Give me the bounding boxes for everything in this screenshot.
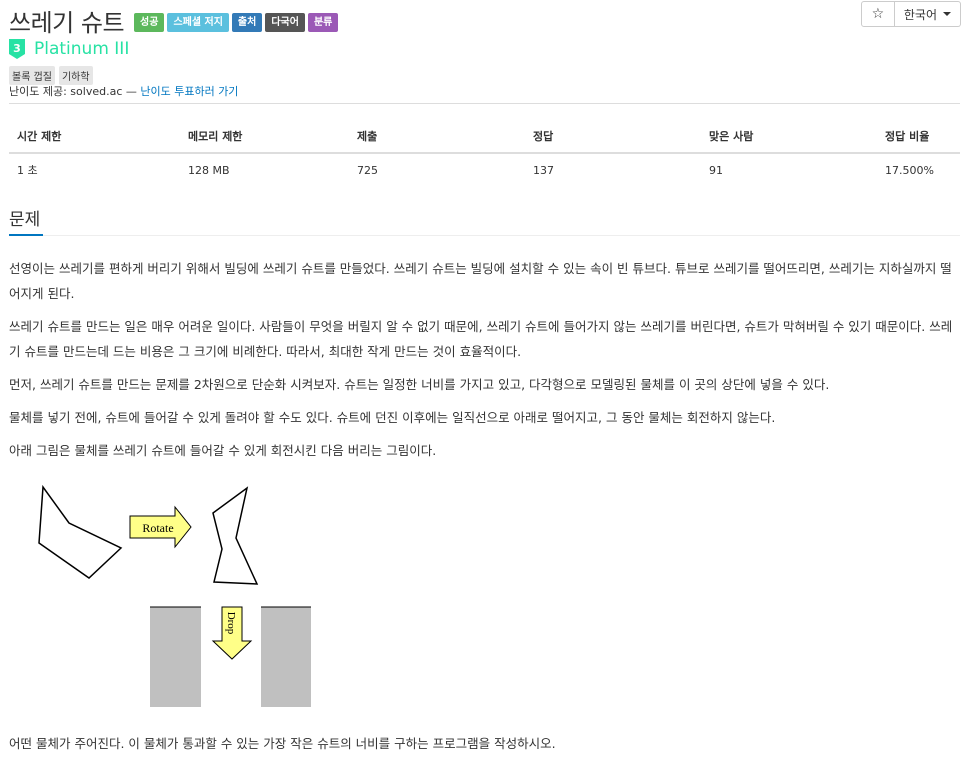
problem-title-row: 쓰레기 슈트 성공 스페셜 저지 출처 다국어 분류 [9, 3, 339, 38]
problem-label-badge[interactable]: 출처 [231, 13, 263, 32]
description-paragraph: 아래 그림은 물체를 쓰레기 슈트에 들어갈 수 있게 회전시킨 다음 버리는 … [9, 443, 437, 458]
chevron-down-icon [943, 12, 951, 16]
table-row: 1 초 128 MB 725 137 91 17.500% [9, 153, 960, 185]
tier-badge-icon: 3 [9, 39, 25, 59]
drop-label: Drop [225, 612, 237, 635]
divider [9, 103, 960, 104]
problem-description: 선영이는 쓰레기를 편하게 버리기 위해서 빌딩에 쓰레기 슈트를 만들었다. … [9, 256, 959, 471]
section-title: 문제 [9, 210, 41, 230]
description-paragraph: 물체를 넣기 전에, 슈트에 들어갈 수 있게 돌려야 할 수도 있다. 슈트에… [9, 410, 776, 425]
chute-left-wall [150, 607, 201, 707]
difficulty-source: 난이도 제공: solved.ac — 난이도 투표하러 가기 [9, 83, 238, 99]
problem-labels: 성공 스페셜 저지 출처 다국어 분류 [134, 13, 339, 32]
stats-header-cell: 메모리 제한 [180, 121, 349, 154]
problem-figure: Rotate Drop [38, 484, 311, 707]
rotate-label: Rotate [142, 521, 173, 535]
stats-header-cell: 시간 제한 [9, 121, 180, 154]
stats-header-cell: 맞은 사람 [701, 121, 877, 154]
stats-cell: 17.500% [885, 163, 934, 177]
section-underline [9, 234, 43, 236]
vote-link[interactable]: 난이도 투표하러 가기 [140, 85, 238, 98]
star-icon: ☆ [871, 6, 885, 22]
problem-label-badge[interactable]: 분류 [307, 13, 339, 32]
tier-name: Platinum III [34, 39, 130, 59]
problem-label-badge[interactable]: 성공 [134, 13, 165, 32]
stats-cell: 128 MB [188, 163, 230, 177]
original-polygon [38, 484, 123, 579]
stats-header-cell: 제출 [349, 121, 525, 154]
language-dropdown[interactable]: 한국어 [894, 1, 961, 27]
language-label: 한국어 [903, 7, 937, 22]
stats-header-row: 시간 제한 메모리 제한 제출 정답 맞은 사람 정답 비율 [9, 121, 960, 154]
tier-row: 3 Platinum III [9, 39, 129, 59]
chute-right-wall [261, 607, 311, 707]
description-paragraph: 먼저, 쓰레기 슈트를 만드는 문제를 2차원으로 단순화 시켜보자. 슈트는 … [9, 377, 830, 392]
description-paragraph: 선영이는 쓰레기를 편하게 버리기 위해서 빌딩에 쓰레기 슈트를 만들었다. … [9, 261, 952, 301]
problem-title: 쓰레기 슈트 [9, 9, 125, 37]
svg-text:3: 3 [13, 42, 21, 55]
toolbar: ☆ 한국어 [860, 1, 961, 27]
stats-table: 시간 제한 메모리 제한 제출 정답 맞은 사람 정답 비율 1 초 128 M… [9, 121, 960, 185]
stats-cell: 1 초 [17, 164, 38, 177]
stats-cell: 725 [357, 163, 378, 177]
stats-cell: 137 [533, 163, 554, 177]
problem-label-badge[interactable]: 다국어 [265, 13, 305, 32]
stats-header-cell: 정답 비율 [877, 121, 960, 154]
stats-header-cell: 정답 [525, 121, 701, 154]
description-paragraph: 쓰레기 슈트를 만드는 일은 매우 어려운 일이다. 사람들이 무엇을 버릴지 … [9, 319, 953, 359]
problem-label-badge[interactable]: 스페셜 저지 [167, 13, 229, 32]
star-button[interactable]: ☆ [860, 1, 895, 27]
section-divider [9, 235, 960, 236]
source-prefix: 난이도 제공: solved.ac — [9, 85, 141, 98]
stats-cell: 91 [709, 163, 723, 177]
final-paragraph: 어떤 물체가 주어진다. 이 물체가 통과할 수 있는 가장 작은 슈트의 너비… [9, 736, 556, 751]
rotated-polygon [212, 486, 259, 585]
